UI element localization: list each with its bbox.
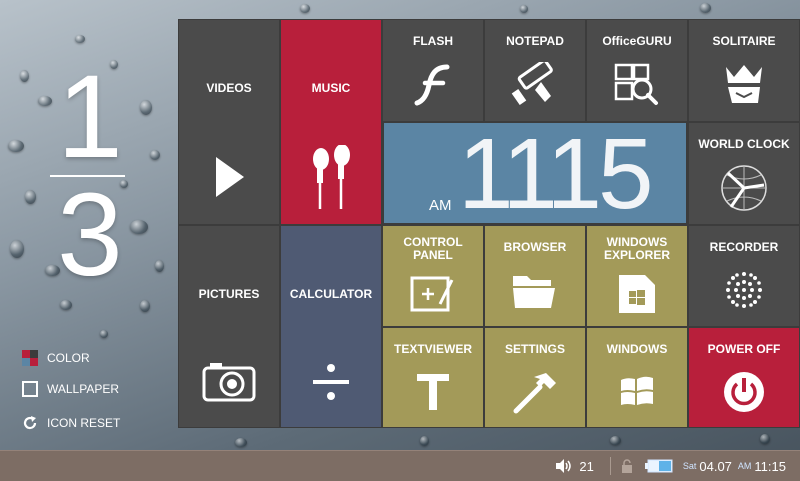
earphones-icon [281, 130, 381, 224]
play-icon [179, 130, 279, 224]
taskbar: 21 Sat 04.07 AM 11:15 [0, 450, 800, 481]
date-value: 04.07 [699, 458, 732, 474]
windows-file-icon [617, 262, 657, 326]
battery-indicator[interactable] [644, 459, 673, 473]
world-clock-tile[interactable]: WORLD CLOCK [688, 122, 800, 225]
power-off-label: POWER OFF [707, 342, 781, 356]
globe-clock-icon [719, 151, 769, 224]
music-tile[interactable]: MUSIC [280, 19, 382, 225]
notepad-label: NOTEPAD [506, 34, 564, 48]
wallpaper-label: WALLPAPER [47, 382, 120, 396]
office-search-icon [614, 48, 660, 121]
speaker-dots-icon [719, 254, 769, 326]
world-clock-label: WORLD CLOCK [698, 137, 790, 151]
videos-label: VIDEOS [206, 81, 252, 95]
windows-tile[interactable]: WINDOWS [586, 327, 688, 428]
ampm-label: AM [737, 461, 752, 471]
speaker-icon [555, 459, 573, 473]
current-page-number: 1 [57, 51, 123, 183]
time-value: 11:15 [754, 458, 786, 474]
officeguru-label: OfficeGURU [602, 34, 672, 48]
clock-ampm: AM [429, 197, 452, 214]
date-display: Sat 04.07 [683, 459, 732, 474]
refresh-icon [22, 415, 38, 431]
power-off-tile[interactable]: POWER OFF [688, 327, 800, 428]
pictures-tile[interactable]: PICTURES [178, 225, 280, 428]
videos-tile[interactable]: VIDEOS [178, 19, 280, 225]
day-label: Sat [682, 461, 697, 471]
windows-explorer-label: WINDOWS EXPLORER [603, 235, 670, 262]
flash-icon [413, 48, 453, 121]
settings-tile[interactable]: SETTINGS [484, 327, 586, 428]
control-panel-tile[interactable]: CONTROL PANEL [382, 225, 484, 327]
recorder-tile[interactable]: RECORDER [688, 225, 800, 327]
windows-label: WINDOWS [606, 342, 668, 356]
icon-reset-label: ICON RESET [47, 416, 121, 430]
calculator-label: CALCULATOR [289, 287, 373, 301]
card-king-icon [720, 48, 768, 121]
solitaire-tile[interactable]: SOLITAIRE [688, 19, 800, 122]
taskbar-separator [609, 457, 611, 475]
control-panel-label: CONTROL PANEL [403, 235, 463, 262]
textviewer-label: TEXTVIEWER [393, 342, 472, 356]
control-panel-icon [410, 262, 456, 326]
camera-icon [179, 336, 279, 427]
calculator-tile[interactable]: CALCULATOR [280, 225, 382, 428]
solitaire-label: SOLITAIRE [712, 34, 776, 48]
text-t-icon [415, 356, 451, 427]
music-label: MUSIC [311, 81, 351, 95]
color-label: COLOR [47, 351, 90, 365]
textviewer-tile[interactable]: TEXTVIEWER [382, 327, 484, 428]
browser-label: BROWSER [503, 240, 567, 254]
wallpaper-icon [22, 381, 38, 397]
power-icon [722, 356, 766, 427]
hammer-icon [512, 356, 558, 427]
wallpaper-option[interactable]: WALLPAPER [22, 378, 119, 400]
lock-button[interactable] [621, 459, 633, 473]
total-page-number: 3 [57, 169, 123, 301]
pictures-label: PICTURES [198, 287, 260, 301]
flash-tile[interactable]: FLASH [382, 19, 484, 122]
officeguru-tile[interactable]: OfficeGURU [586, 19, 688, 122]
page-indicator: 1 3 [40, 50, 140, 300]
recorder-label: RECORDER [709, 240, 779, 254]
settings-label: SETTINGS [504, 342, 565, 356]
windows-logo-icon [617, 356, 657, 427]
icon-reset-option[interactable]: ICON RESET [22, 412, 120, 434]
clock-tile[interactable]: AM 1115 [383, 118, 687, 230]
flash-label: FLASH [413, 34, 453, 48]
clock-time: 1115 [458, 118, 654, 230]
divide-icon [281, 336, 381, 427]
volume-level: 21 [579, 458, 594, 474]
windows-explorer-tile[interactable]: WINDOWS EXPLORER [586, 225, 688, 327]
paint-roller-icon [511, 48, 559, 121]
browser-tile[interactable]: BROWSER [484, 225, 586, 327]
lock-icon [621, 459, 633, 473]
notepad-tile[interactable]: NOTEPAD [484, 19, 586, 122]
color-option[interactable]: COLOR [22, 347, 90, 369]
side-panel: 1 3 COLOR WALLPAPER ICON RESET [0, 0, 178, 450]
battery-icon [644, 459, 673, 473]
volume-control[interactable]: 21 [555, 458, 594, 474]
time-display: AM 11:15 [738, 459, 786, 474]
folder-icon [511, 254, 559, 326]
color-icon [22, 350, 38, 366]
